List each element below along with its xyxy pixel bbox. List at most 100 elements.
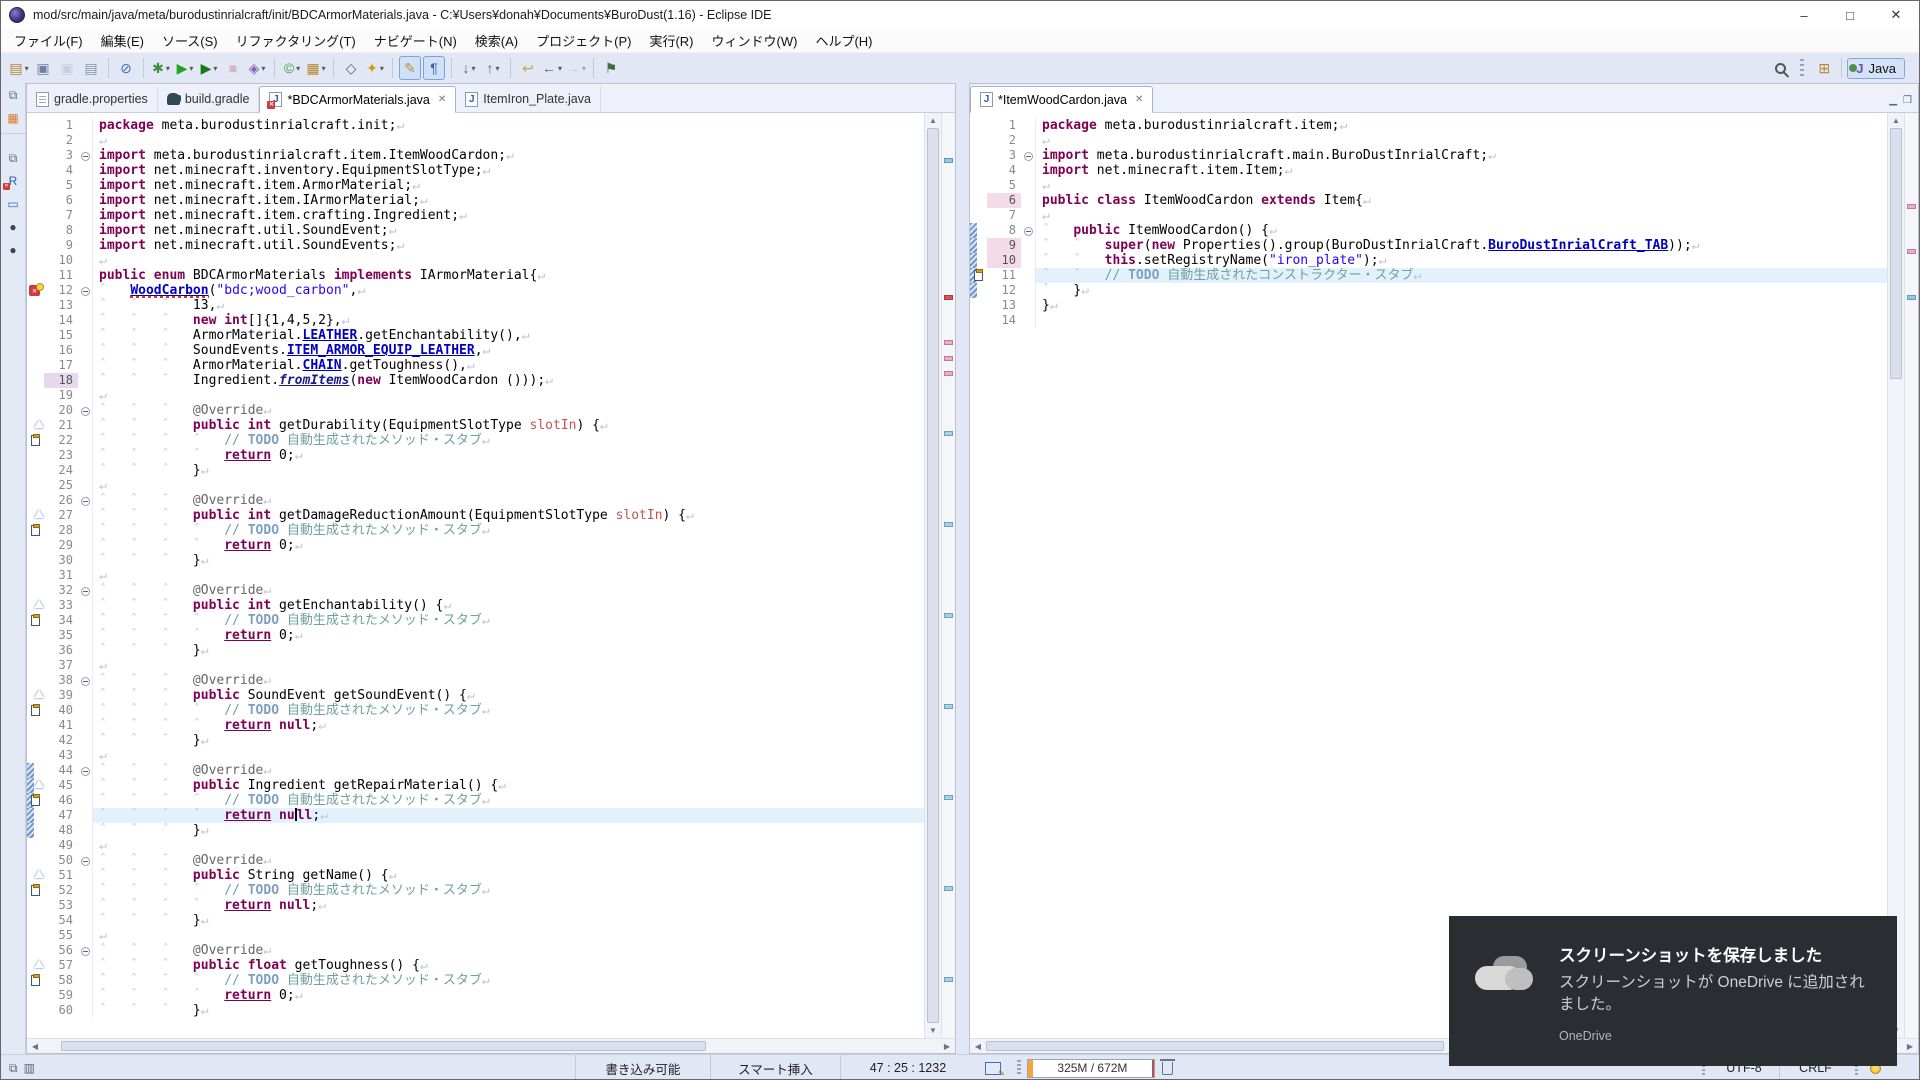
fold-column[interactable] [1021,193,1035,208]
gutter-marker-column[interactable] [970,148,987,163]
code-text[interactable]: ↵ [92,388,924,403]
fold-column[interactable] [78,943,92,958]
code-text[interactable]: public enum BDCArmorMaterials implements… [92,268,924,283]
code-text[interactable]: ˆ ˆ ˆ ˆ return null;↵ [92,808,924,823]
fold-column[interactable] [78,703,92,718]
code-text[interactable]: ˆ ˆ ˆ @Override↵ [92,943,924,958]
code-text[interactable]: package meta.burodustinrialcraft.init;↵ [92,118,924,133]
code-text[interactable]: ˆ ˆ ˆ ˆ return 0;↵ [92,988,924,1003]
fold-column[interactable] [78,763,92,778]
collapse-icon[interactable] [1023,152,1033,161]
code-text[interactable]: import net.minecraft.util.SoundEvents;↵ [92,238,924,253]
code-text[interactable]: ˆ public ItemWoodCardon() {↵ [1035,223,1887,238]
code-text[interactable]: import net.minecraft.item.Item;↵ [1035,163,1887,178]
code-text[interactable]: public class ItemWoodCardon extends Item… [1035,193,1887,208]
gutter-marker-column[interactable] [970,223,987,238]
right-overview-ruler[interactable] [1904,113,1918,1038]
gutter-marker-column[interactable] [27,208,44,223]
fold-column[interactable] [1021,253,1035,268]
override-marker-icon[interactable] [34,510,44,518]
open-type-button[interactable]: ◇ [340,56,362,80]
heap-drag-handle[interactable] [1016,1060,1021,1076]
overview-annotation-mark[interactable] [944,158,953,164]
fold-column[interactable] [78,448,92,463]
code-text[interactable]: ˆ ˆ ˆ @Override↵ [92,583,924,598]
code-text[interactable]: ˆ ˆ ˆ @Override↵ [92,853,924,868]
overview-annotation-mark[interactable] [1907,249,1916,255]
fold-column[interactable] [1021,313,1035,328]
gutter-marker-column[interactable] [27,298,44,313]
menu-ヘルプ[interactable]: ヘルプ(H) [806,28,881,53]
fold-column[interactable] [78,928,92,943]
gutter-marker-column[interactable] [27,373,44,388]
java-perspective-button[interactable]: J Java [1847,57,1905,79]
gutter-marker-column[interactable] [27,448,44,463]
gutter-marker-column[interactable] [27,598,44,613]
gutter-marker-column[interactable] [27,733,44,748]
gutter-marker-column[interactable] [27,163,44,178]
fold-column[interactable] [78,898,92,913]
gutter-marker-column[interactable] [27,688,44,703]
dropdown-arrow-icon[interactable]: ▾ [582,64,586,73]
collapse-icon[interactable] [1023,227,1033,236]
pin-editor-button[interactable]: ⚑ [600,56,622,80]
gutter-marker-column[interactable] [27,403,44,418]
editor-mode-icon[interactable] [984,1061,1005,1078]
task-marker-icon[interactable] [31,884,40,896]
dropdown-arrow-icon[interactable]: ▾ [495,64,499,73]
collapse-icon[interactable] [80,767,90,776]
gutter-marker-column[interactable] [27,508,44,523]
scroll-down-arrow[interactable]: ▼ [925,1023,941,1038]
code-text[interactable]: ˆ ˆ ˆ ˆ return null;↵ [92,898,924,913]
scrollbar-thumb[interactable] [1890,128,1902,379]
code-text[interactable]: ˆ ˆ ˆ ˆ // TODO 自動生成されたメソッド・スタブ↵ [92,433,924,448]
tab-itemiron_platejava[interactable]: J ItemIron_Plate.java [456,86,601,112]
gutter-marker-column[interactable] [27,808,44,823]
right-code-editor[interactable]: 1 package meta.burodustinrialcraft.item;↵… [970,113,1887,1038]
gutter-marker-column[interactable] [27,568,44,583]
code-text[interactable]: ˆ ˆ ˆ ArmorMaterial.CHAIN.getToughness()… [92,358,924,373]
code-text[interactable]: ↵ [92,568,924,583]
fold-column[interactable] [78,163,92,178]
problems-view-icon[interactable]: R ✕ [3,173,22,190]
code-text[interactable]: ˆ ˆ ˆ public SoundEvent getSoundEvent() … [92,688,924,703]
fold-column[interactable] [78,478,92,493]
external-tools-button[interactable]: ▶ ▾ [198,56,220,80]
mark-occurrences-toggle[interactable]: ✎ [399,56,421,80]
gradle-executions-icon[interactable]: ● [4,242,22,258]
code-text[interactable]: ˆ ˆ ˆ ˆ return null;↵ [92,718,924,733]
forward-button[interactable]: → ▾ [565,56,587,80]
gutter-marker-column[interactable] [27,268,44,283]
gutter-marker-column[interactable] [970,163,987,178]
fold-column[interactable] [1021,148,1035,163]
tab-buildgradle[interactable]: build.gradle [158,86,260,112]
task-marker-icon[interactable] [31,524,40,536]
fold-column[interactable] [78,313,92,328]
override-marker-icon[interactable] [34,960,44,968]
gutter-marker-column[interactable] [27,703,44,718]
gutter-marker-column[interactable] [27,418,44,433]
code-text[interactable]: ˆ ˆ ˆ }↵ [92,1003,924,1018]
code-text[interactable]: ˆ ˆ ˆ ˆ // TODO 自動生成されたメソッド・スタブ↵ [92,703,924,718]
fold-column[interactable] [78,298,92,313]
menu-ファイル[interactable]: ファイル(F) [5,28,92,53]
code-text[interactable]: ˆ ˆ super(new Properties().group(BuroDus… [1035,238,1887,253]
gutter-marker-column[interactable] [27,538,44,553]
dropdown-arrow-icon[interactable]: ▾ [558,64,562,73]
override-marker-icon[interactable] [34,780,44,788]
fold-column[interactable] [78,433,92,448]
left-vertical-scrollbar[interactable]: ▲ ▼ [924,113,941,1038]
code-text[interactable]: ˆ ˆ ˆ ArmorMaterial.LEATHER.getEnchantab… [92,328,924,343]
gutter-marker-column[interactable] [27,433,44,448]
gutter-marker-column[interactable] [970,193,987,208]
maximize-view-icon[interactable]: ❒ [1903,95,1912,106]
fold-column[interactable] [78,223,92,238]
gutter-marker-column[interactable] [27,328,44,343]
toolbar-drag-handle[interactable] [1800,59,1805,77]
code-text[interactable]: ˆ ˆ ˆ @Override↵ [92,493,924,508]
fold-column[interactable] [78,193,92,208]
prev-annotation-button[interactable]: ↑ ▾ [482,56,504,80]
dropdown-arrow-icon[interactable]: ▾ [189,64,193,73]
dropdown-arrow-icon[interactable]: ▾ [213,64,217,73]
code-text[interactable]: ˆ ˆ ˆ ˆ // TODO 自動生成されたメソッド・スタブ↵ [92,883,924,898]
